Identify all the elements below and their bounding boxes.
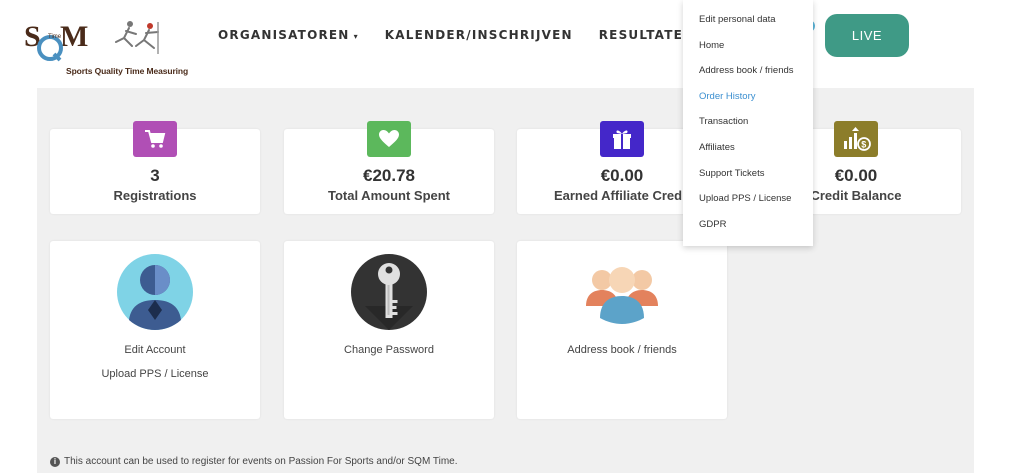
upload-pps-link[interactable]: Upload PPS / License [50, 368, 260, 380]
menu-item-upload-pps[interactable]: Upload PPS / License [683, 193, 813, 219]
address-book-card[interactable]: Address book / friends [517, 241, 727, 419]
address-book-link[interactable]: Address book / friends [517, 344, 727, 356]
svg-text:M: M [60, 20, 88, 53]
heart-icon [367, 121, 411, 157]
header: S M Time Sports Quality Time Measuring O… [0, 0, 1024, 88]
logo-graphic: S M Time [24, 20, 159, 62]
account-info-text: This account can be used to register for… [64, 456, 458, 467]
logo-tagline: Sports Quality Time Measuring [66, 66, 189, 76]
nav-organisatoren[interactable]: ORGANISATOREN ▾ [218, 28, 359, 42]
nav-resultaten[interactable]: RESULTATEN [599, 28, 695, 42]
stat-card-total-spent[interactable]: €20.78 Total Amount Spent [284, 121, 494, 214]
edit-account-link[interactable]: Edit Account [50, 344, 260, 356]
chevron-down-icon: ▾ [353, 32, 359, 41]
stat-value: 3 [150, 166, 160, 185]
stat-label: Total Amount Spent [327, 188, 451, 203]
key-icon [351, 254, 427, 330]
nav-kalender[interactable]: KALENDER/INSCHRIJVEN [385, 28, 573, 42]
stat-label: Registrations [113, 188, 197, 203]
svg-text:Time: Time [48, 34, 62, 40]
cart-icon [133, 121, 177, 157]
main-nav: ORGANISATOREN ▾ KALENDER/INSCHRIJVEN RESU… [218, 28, 720, 42]
menu-item-edit-personal-data[interactable]: Edit personal data [683, 14, 813, 40]
menu-item-home[interactable]: Home [683, 40, 813, 66]
sqm-logo[interactable]: S M Time Sports Quality Time Measuring [24, 18, 189, 80]
svg-text:$: $ [861, 140, 866, 150]
account-avatar-icon [117, 254, 193, 330]
edit-account-card[interactable]: Edit Account Upload PPS / License [50, 241, 260, 419]
gift-icon [600, 121, 644, 157]
nav-organisatoren-label: ORGANISATOREN [218, 28, 350, 42]
growth-icon: $ [834, 121, 878, 157]
change-password-card[interactable]: Change Password [284, 241, 494, 419]
menu-item-affiliates[interactable]: Affiliates [683, 142, 813, 168]
stat-value: €20.78 [363, 166, 415, 185]
menu-item-order-history[interactable]: Order History [683, 91, 813, 117]
menu-item-address-book[interactable]: Address book / friends [683, 65, 813, 91]
dashboard-area: 3 Registrations €20.78 Total Amount Spen… [37, 88, 974, 473]
group-users-icon [586, 267, 658, 324]
menu-item-gdpr[interactable]: GDPR [683, 219, 813, 245]
info-icon: i [50, 456, 60, 467]
menu-item-transaction[interactable]: Transaction [683, 116, 813, 142]
account-info-note: i This account can be used to register f… [50, 456, 458, 467]
menu-item-support-tickets[interactable]: Support Tickets [683, 168, 813, 194]
account-dropdown-menu: Edit personal data Home Address book / f… [683, 0, 813, 246]
live-button[interactable]: LIVE [825, 14, 909, 57]
change-password-link[interactable]: Change Password [284, 344, 494, 356]
stat-card-registrations[interactable]: 3 Registrations [50, 121, 260, 214]
